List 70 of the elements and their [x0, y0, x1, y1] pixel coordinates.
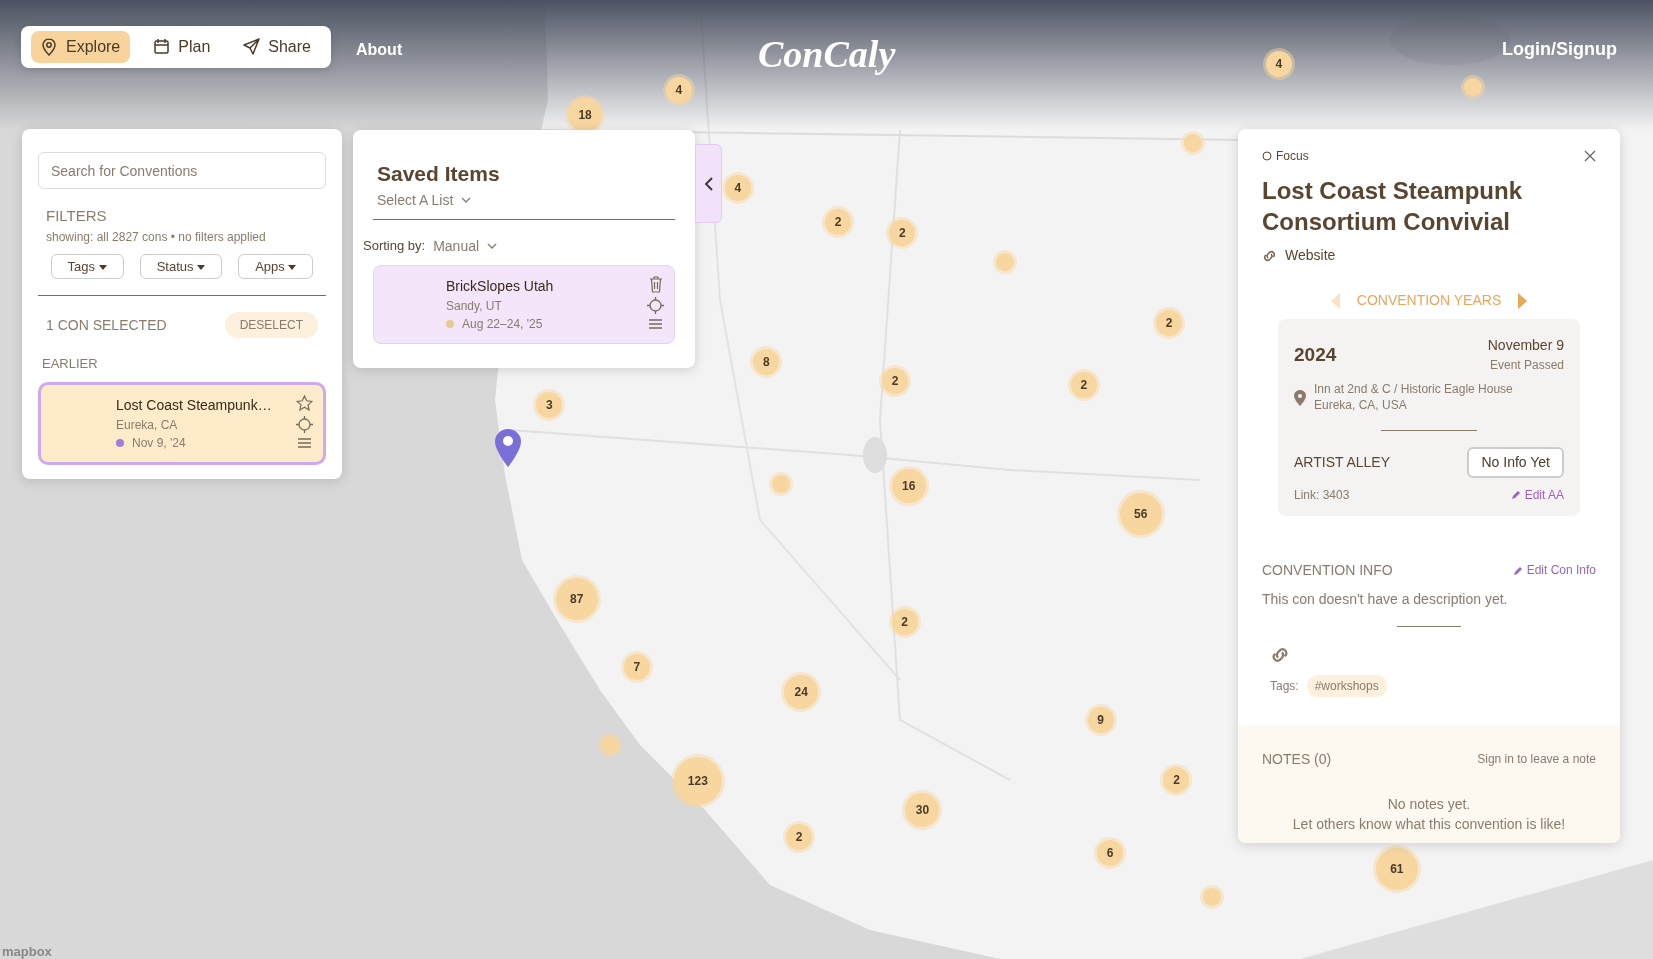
- calendar-icon: [153, 38, 171, 56]
- nav-tab[interactable]: Explore: [31, 31, 131, 63]
- chevron-icon: [487, 243, 498, 249]
- filter-dropdown[interactable]: Tags: [50, 253, 124, 279]
- card-title: Lost Coast Steampunk…: [116, 395, 272, 415]
- website-link[interactable]: Website: [1285, 245, 1336, 267]
- event-status: Event Passed: [1488, 357, 1564, 375]
- map-pin-icon: [41, 38, 58, 56]
- venue-address: Eureka, CA, USA: [1314, 397, 1408, 414]
- group-heading: EARLIER: [41, 355, 99, 373]
- section-heading: CONVENTION INFO: [1262, 560, 1393, 580]
- venue-name: Inn at 2nd & C / Historic Eagle House: [1314, 382, 1513, 398]
- chevron-left-icon: [704, 176, 713, 191]
- menu-icon[interactable]: [297, 436, 312, 449]
- menu-icon[interactable]: [648, 317, 663, 330]
- close-icon[interactable]: [1584, 150, 1596, 162]
- sorting-label: Sorting by:: [363, 237, 426, 256]
- map-attribution: mapbox: [2, 943, 52, 959]
- sign-in-link[interactable]: Sign in to leave a note: [1477, 750, 1596, 769]
- card-location: Eureka, CA: [116, 416, 179, 434]
- card-date: Nov 9, '24: [132, 434, 186, 452]
- collapse-tab[interactable]: [695, 144, 722, 223]
- filter-dropdown[interactable]: Status: [139, 253, 223, 279]
- card-title: BrickSlopes Utah: [446, 276, 554, 296]
- crosshair-icon[interactable]: [647, 296, 664, 314]
- section-heading: NOTES (0): [1262, 749, 1332, 769]
- about-link[interactable]: About: [356, 38, 403, 62]
- convention-title: Lost Coast Steampunk Consortium Convivial: [1262, 176, 1524, 238]
- filter-dropdown[interactable]: Apps: [238, 253, 314, 279]
- star-icon[interactable]: [296, 394, 313, 412]
- link-icon: [1270, 647, 1290, 664]
- selection-count: 1 CON SELECTED: [46, 315, 167, 335]
- search-field[interactable]: Search for Conventions: [38, 152, 326, 189]
- deselect-button[interactable]: DESELECT: [224, 312, 318, 338]
- map-pin-icon[interactable]: [494, 428, 522, 468]
- event-date: November 9: [1487, 336, 1564, 356]
- trash-icon[interactable]: [648, 275, 663, 293]
- empty-message: No notes yet.: [1386, 794, 1472, 814]
- status-button[interactable]: No Info Yet: [1467, 446, 1564, 478]
- card-location: Sandy, UT: [446, 297, 503, 315]
- location-pin-icon: [1294, 389, 1306, 406]
- pencil-icon: [1511, 490, 1521, 500]
- tags-label: Tags:: [1270, 677, 1299, 695]
- crosshair-icon[interactable]: [296, 415, 313, 433]
- nav-tab[interactable]: Share: [233, 31, 321, 63]
- list-dropdown[interactable]: Select A List: [377, 189, 454, 211]
- nav-tab[interactable]: Plan: [143, 31, 221, 63]
- year-label: 2024: [1294, 343, 1337, 368]
- empty-hint: Let others know what this convention is like!: [1291, 814, 1567, 834]
- chevron-icon: [461, 197, 472, 203]
- saved-card[interactable]: BrickSlopes Utah Sandy, UT Aug 22–24, '25: [373, 264, 675, 344]
- pencil-icon: [1513, 565, 1523, 575]
- card-date: Aug 22–24, '25: [462, 315, 543, 333]
- link-count: Link: 3403: [1294, 486, 1350, 504]
- send-icon: [243, 38, 261, 56]
- edit-link[interactable]: Edit Con Info: [1513, 561, 1596, 580]
- artist-alley-heading: ARTIST ALLEY: [1294, 452, 1390, 472]
- link-icon: [1262, 249, 1277, 262]
- description: This con doesn't have a description yet.: [1262, 589, 1509, 609]
- next-arrow-icon[interactable]: [1517, 292, 1528, 309]
- tag-chip[interactable]: #workshops: [1306, 674, 1387, 697]
- convention-card[interactable]: Lost Coast Steampunk… Eureka, CA Nov 9, '24: [38, 381, 326, 465]
- circle-icon: [1262, 151, 1272, 161]
- edit-link[interactable]: Edit AA: [1511, 485, 1564, 504]
- filters-heading: FILTERS: [46, 206, 108, 226]
- panel-title: Saved Items: [377, 161, 501, 187]
- sorting-dropdown[interactable]: Manual: [433, 235, 480, 257]
- years-heading: CONVENTION YEARS: [1356, 291, 1502, 311]
- focus-label: Focus: [1276, 148, 1309, 165]
- filter-summary: showing: all 2827 cons • no filters applied: [46, 228, 267, 246]
